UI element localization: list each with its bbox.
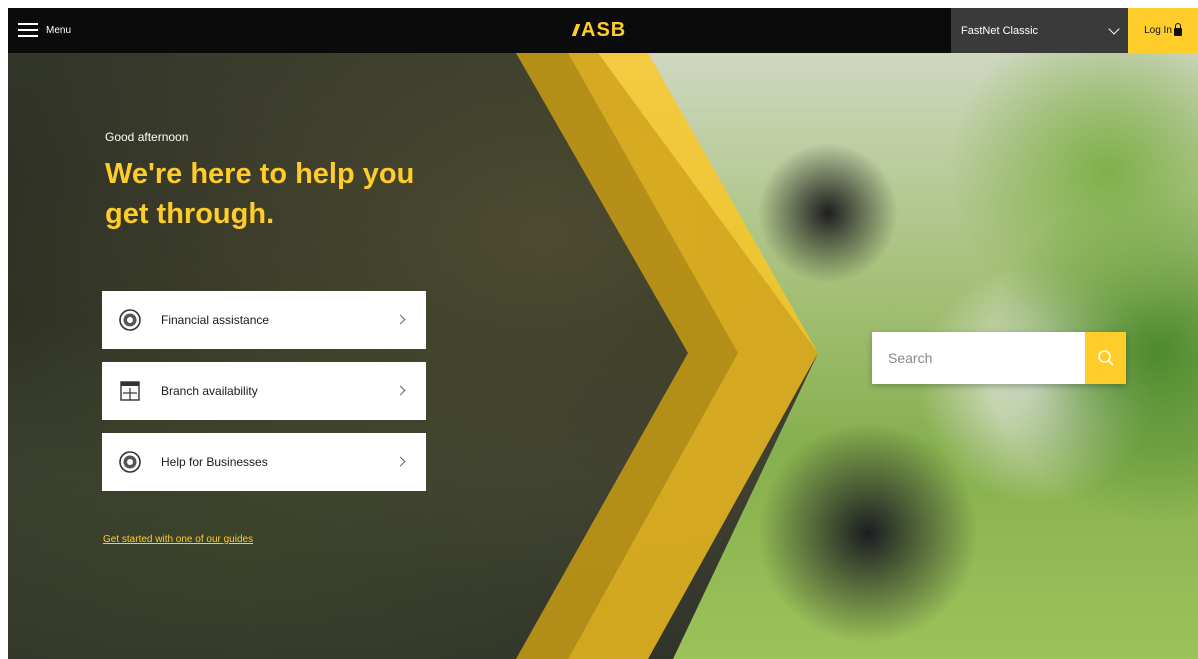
asb-logo[interactable]: ASB	[571, 18, 627, 42]
top-navigation: Menu ASB FastNet Classic Log In	[8, 8, 1198, 53]
chevron-right-icon	[395, 314, 406, 325]
login-button[interactable]: Log In	[1128, 8, 1198, 53]
chevron-right-icon	[395, 456, 406, 467]
search-button[interactable]	[1085, 332, 1126, 384]
search-icon	[1097, 350, 1114, 366]
lock-icon	[1173, 23, 1182, 36]
greeting-text: Good afternoon	[105, 130, 189, 144]
logo-mark	[571, 24, 581, 36]
quick-link-branch-availability[interactable]: Branch availability	[102, 362, 426, 420]
quick-link-financial-assistance[interactable]: Financial assistance	[102, 291, 426, 349]
hero-banner: Good afternoon We're here to help you ge…	[8, 53, 1198, 659]
channel-select[interactable]: FastNet Classic	[951, 8, 1128, 53]
menu-button[interactable]: Menu	[18, 19, 71, 41]
chevron-down-icon	[1108, 22, 1120, 35]
guides-link[interactable]: Get started with one of our guides	[103, 534, 253, 545]
login-label: Log In	[1144, 25, 1172, 36]
lifebuoy-icon	[119, 451, 141, 473]
hero-headline: We're here to help you get through.	[105, 158, 415, 230]
search-input[interactable]	[872, 332, 1085, 384]
channel-select-value: FastNet Classic	[961, 24, 1039, 37]
search-box	[872, 332, 1126, 384]
lifebuoy-icon	[119, 309, 141, 331]
menu-label: Menu	[46, 24, 72, 36]
page-frame: Menu ASB FastNet Classic Log In Good aft…	[8, 8, 1198, 659]
quick-link-label: Help for Businesses	[161, 455, 268, 469]
quick-link-label: Financial assistance	[161, 313, 270, 327]
chevron-right-icon	[395, 385, 406, 396]
quick-links: Financial assistance Branch availability	[102, 291, 426, 504]
hamburger-icon	[18, 23, 38, 37]
logo-text: ASB	[581, 18, 627, 41]
quick-link-label: Branch availability	[161, 384, 258, 398]
calendar-icon	[119, 380, 141, 402]
quick-link-help-for-businesses[interactable]: Help for Businesses	[102, 433, 426, 491]
